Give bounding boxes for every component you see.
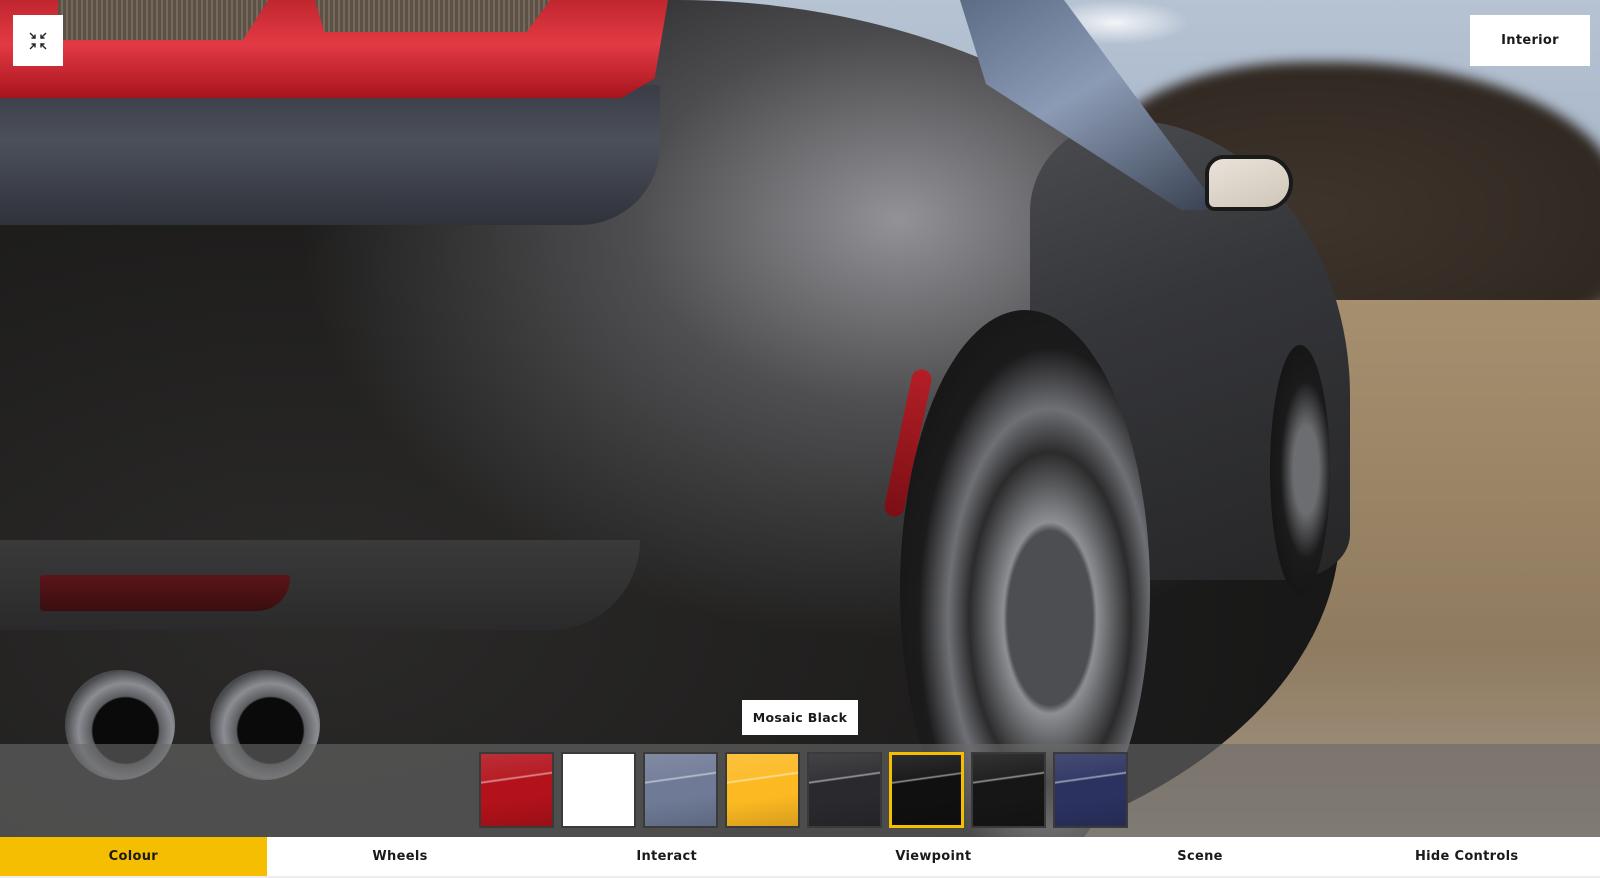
- colour-swatch[interactable]: [971, 752, 1046, 828]
- tab-label: Hide Controls: [1415, 849, 1519, 864]
- tab-label: Viewpoint: [895, 849, 972, 864]
- colour-swatch-list: [479, 752, 1128, 828]
- tab-label: Scene: [1177, 849, 1223, 864]
- tab-colour[interactable]: Colour: [0, 837, 267, 876]
- colour-name-label: Mosaic Black: [752, 710, 848, 725]
- colour-swatch[interactable]: [643, 752, 718, 828]
- swatch-gloss-highlight: [727, 754, 798, 826]
- exit-fullscreen-button[interactable]: [13, 15, 63, 66]
- front-wheel: [1270, 345, 1330, 595]
- tab-viewpoint[interactable]: Viewpoint: [800, 837, 1067, 876]
- colour-swatch[interactable]: [807, 752, 882, 828]
- tab-interact[interactable]: Interact: [533, 837, 800, 876]
- colour-swatch[interactable]: [561, 752, 636, 828]
- car-side-mirror: [1205, 155, 1293, 211]
- tab-wheels[interactable]: Wheels: [267, 837, 534, 876]
- swatch-gloss-highlight: [481, 754, 552, 826]
- tab-label: Wheels: [372, 849, 428, 864]
- tab-scene[interactable]: Scene: [1067, 837, 1334, 876]
- colour-name-tooltip: Mosaic Black: [742, 700, 858, 735]
- colour-swatch[interactable]: [725, 752, 800, 828]
- swatch-gloss-highlight: [809, 754, 880, 826]
- car-rear-bumper: [0, 85, 660, 225]
- collapse-arrows-icon: [29, 32, 47, 49]
- interior-button-label: Interior: [1501, 33, 1559, 48]
- taillight-texture: [315, 0, 550, 32]
- colour-swatch-selected[interactable]: [889, 752, 964, 828]
- colour-swatch[interactable]: [1053, 752, 1128, 828]
- tab-label: Interact: [636, 849, 697, 864]
- taillight-texture: [58, 0, 268, 40]
- swatch-gloss-highlight: [1055, 754, 1126, 826]
- configurator-tab-bar: Colour Wheels Interact Viewpoint Scene Hide C…: [0, 837, 1600, 878]
- swatch-gloss-highlight: [645, 754, 716, 826]
- tab-label: Colour: [108, 849, 158, 864]
- interior-view-button[interactable]: Interior: [1470, 15, 1590, 66]
- swatch-gloss-highlight: [563, 754, 634, 826]
- swatch-gloss-highlight: [973, 754, 1044, 826]
- colour-swatch[interactable]: [479, 752, 554, 828]
- tab-hide-controls[interactable]: Hide Controls: [1333, 837, 1600, 876]
- swatch-gloss-highlight: [892, 755, 961, 825]
- car-rear-reflector: [40, 575, 290, 611]
